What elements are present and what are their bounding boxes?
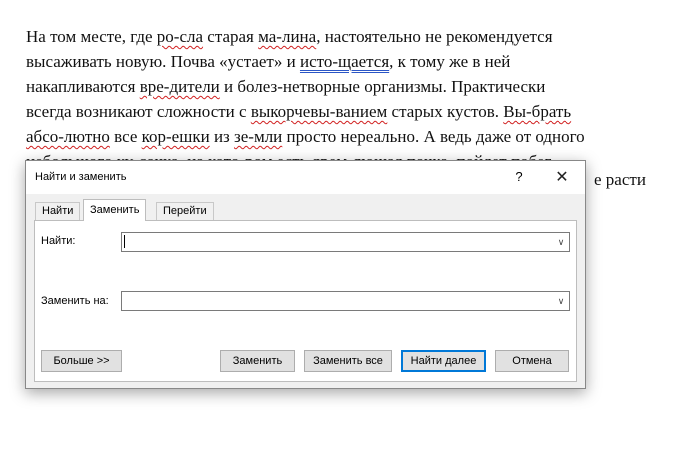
find-combobox[interactable]: ∨ xyxy=(121,232,570,252)
replace-combobox[interactable]: ∨ xyxy=(121,291,570,311)
dialog-titlebar[interactable]: Найти и заменить ? ✕ xyxy=(26,161,585,194)
chevron-down-icon[interactable]: ∨ xyxy=(552,292,569,310)
find-label: Найти: xyxy=(41,235,76,247)
text-run: старая xyxy=(203,27,259,46)
document-line: всегда возникают сложности с выкорчевы-в… xyxy=(26,99,681,124)
text-run: из xyxy=(209,127,235,146)
chevron-down-icon[interactable]: ∨ xyxy=(552,233,569,251)
spellcheck-word: Вы-брать xyxy=(503,102,572,121)
spellcheck-word: ро-сла xyxy=(156,27,204,46)
document-line: высаживать новую. Почва «устает» и исто-… xyxy=(26,49,681,74)
replace-button[interactable]: Заменить xyxy=(220,350,295,372)
help-icon[interactable]: ? xyxy=(512,169,526,184)
text-run: , настоятельно не рекомендуется xyxy=(316,27,553,46)
text-run: и болез-нетворные организмы. Практически xyxy=(219,77,546,96)
spellcheck-word: вре-дители xyxy=(139,77,220,96)
spellcheck-word: исто-щается xyxy=(299,52,390,71)
spellcheck-word: ма-лина xyxy=(258,27,317,46)
tab-replace[interactable]: Заменить xyxy=(83,199,147,221)
text-run: старых кустов. xyxy=(387,102,504,121)
find-input[interactable] xyxy=(125,234,545,248)
text-run: всегда возникают сложности с xyxy=(26,102,251,121)
text-run: просто нереально. А ведь даже от одного xyxy=(282,127,585,146)
spellcheck-word: кор-ешки xyxy=(141,127,210,146)
spellcheck-word: абсо-лютно xyxy=(26,127,110,146)
text-run: все xyxy=(109,127,142,146)
more-button[interactable]: Больше >> xyxy=(41,350,122,372)
tab-goto[interactable]: Перейти xyxy=(156,202,214,220)
text-run: высаживать новую. Почва «устает» и xyxy=(26,52,300,71)
document-line: накапливаются вре-дители и болез-нетворн… xyxy=(26,74,681,99)
tab-find[interactable]: Найти xyxy=(35,202,81,220)
replace-tab-panel: Найти: ∨ Заменить на: ∨ Больше >> Замени… xyxy=(34,220,577,382)
cancel-button[interactable]: Отмена xyxy=(495,350,569,372)
replace-all-button[interactable]: Заменить все xyxy=(304,350,392,372)
spellcheck-word: выкорчевы-ванием xyxy=(250,102,388,121)
dialog-title: Найти и заменить xyxy=(35,171,127,183)
document-body[interactable]: На том месте, где ро-сла старая ма-лина,… xyxy=(26,24,681,174)
find-replace-dialog: Найти и заменить ? ✕ Найти Заменить Пере… xyxy=(25,160,586,389)
replace-input[interactable] xyxy=(125,293,545,307)
find-next-button[interactable]: Найти далее xyxy=(401,350,486,372)
document-line: На том месте, где ро-сла старая ма-лина,… xyxy=(26,24,681,49)
replace-label: Заменить на: xyxy=(41,295,109,307)
close-icon[interactable]: ✕ xyxy=(554,167,570,187)
text-run: накапливаются xyxy=(26,77,140,96)
spellcheck-word: зе-мли xyxy=(234,127,283,146)
text-run: , к тому же в ней xyxy=(389,52,511,71)
document-fragment-behind-dialog: е расти xyxy=(594,170,646,189)
text-run: На том месте, где xyxy=(26,27,157,46)
document-line: абсо-лютно все кор-ешки из зе-мли просто… xyxy=(26,124,681,149)
